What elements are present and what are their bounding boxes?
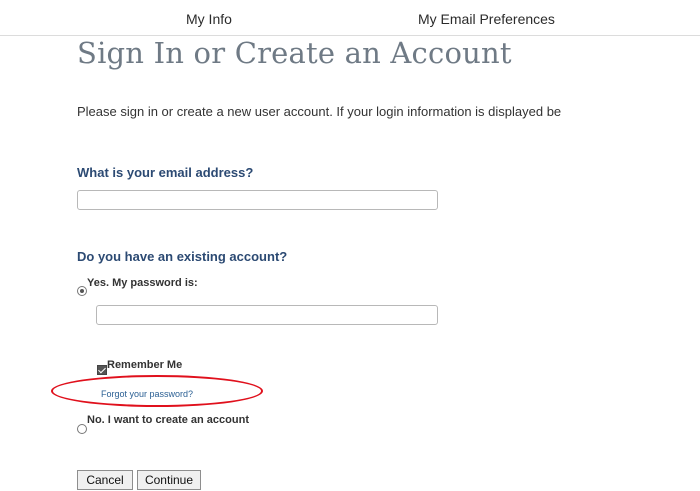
forgot-password-link[interactable]: Forgot your password?	[101, 389, 193, 399]
continue-button[interactable]: Continue	[137, 470, 201, 490]
nav-link-my-info[interactable]: My Info	[186, 11, 232, 27]
yes-existing-account-label: Yes. My password is:	[87, 277, 198, 289]
nav-link-my-email-preferences[interactable]: My Email Preferences	[418, 11, 555, 27]
no-create-account-radio[interactable]	[77, 424, 87, 434]
cancel-button[interactable]: Cancel	[77, 470, 133, 490]
top-navigation: My Info My Email Preferences	[0, 0, 700, 36]
email-input[interactable]	[77, 190, 438, 210]
remember-me-checkbox[interactable]	[97, 365, 107, 375]
password-input[interactable]	[96, 305, 438, 325]
email-question-label: What is your email address?	[77, 165, 254, 180]
intro-text: Please sign in or create a new user acco…	[77, 104, 562, 119]
existing-account-question-label: Do you have an existing account?	[77, 249, 288, 264]
remember-me-label: Remember Me	[107, 359, 183, 371]
yes-existing-account-radio[interactable]	[77, 286, 87, 296]
no-create-account-label: No. I want to create an account	[87, 414, 249, 426]
page-title: Sign In or Create an Account	[77, 36, 512, 70]
